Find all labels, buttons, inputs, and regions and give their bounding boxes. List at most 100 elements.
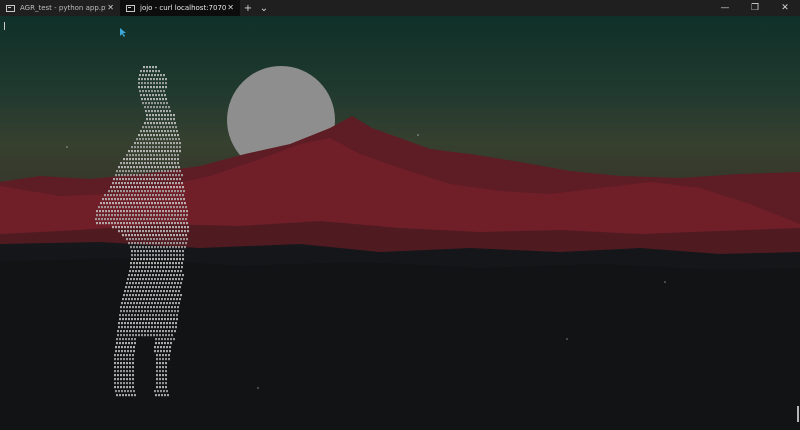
ascii-glyph [143, 242, 145, 245]
ascii-glyph [159, 106, 161, 109]
ascii-glyph [135, 294, 137, 297]
ascii-glyph [150, 98, 152, 101]
ascii-glyph [113, 218, 115, 221]
ascii-glyph [159, 382, 161, 385]
ascii-glyph [152, 66, 154, 69]
ascii-glyph [169, 246, 171, 249]
ascii-glyph [135, 162, 137, 165]
ascii-glyph [172, 302, 174, 305]
ascii-glyph [160, 390, 162, 393]
ascii-glyph [139, 166, 141, 169]
ascii-glyph [174, 282, 176, 285]
ascii-glyph [145, 202, 147, 205]
new-tab-button[interactable]: + [240, 0, 256, 16]
ascii-glyph [126, 334, 128, 337]
ascii-glyph [164, 218, 166, 221]
ascii-glyph [182, 218, 184, 221]
ascii-glyph [123, 386, 125, 389]
ascii-glyph [129, 158, 131, 161]
ascii-glyph [124, 174, 126, 177]
ascii-glyph [128, 186, 130, 189]
terminal-pane[interactable] [0, 16, 800, 430]
ascii-glyph [170, 318, 172, 321]
ascii-glyph [121, 182, 123, 185]
ascii-glyph [163, 90, 165, 93]
ascii-glyph [171, 162, 173, 165]
ascii-glyph [131, 178, 133, 181]
ascii-glyph [162, 310, 164, 313]
ascii-glyph [164, 178, 166, 181]
ascii-glyph [149, 318, 151, 321]
ascii-glyph [129, 354, 131, 357]
ascii-glyph [159, 158, 161, 161]
ascii-glyph [182, 258, 184, 261]
ascii-glyph [178, 262, 180, 265]
ascii-glyph [119, 206, 121, 209]
ascii-glyph [181, 230, 183, 233]
ascii-glyph [110, 218, 112, 221]
ascii-glyph [158, 186, 160, 189]
maximize-button[interactable]: ❐ [740, 0, 770, 16]
ascii-glyph [151, 326, 153, 329]
ascii-glyph [167, 234, 169, 237]
ascii-glyph [132, 198, 134, 201]
tab-agr-test[interactable]: AGR_test - python app.py -c fa ✕ [0, 0, 120, 16]
ascii-glyph [161, 194, 163, 197]
ascii-glyph [162, 382, 164, 385]
ascii-glyph [123, 374, 125, 377]
ascii-glyph [148, 290, 150, 293]
ascii-glyph [114, 190, 116, 193]
tab-dropdown-button[interactable]: ⌄ [256, 0, 272, 16]
ascii-glyph [150, 222, 152, 225]
ascii-glyph [150, 334, 152, 337]
ascii-glyph [123, 310, 125, 313]
ascii-glyph [118, 166, 120, 169]
ascii-glyph [135, 210, 137, 213]
ascii-glyph [102, 198, 104, 201]
ascii-glyph [173, 146, 175, 149]
ascii-glyph [169, 174, 171, 177]
ascii-glyph [134, 242, 136, 245]
ascii-glyph [158, 206, 160, 209]
ascii-glyph [140, 70, 142, 73]
ascii-glyph [122, 178, 124, 181]
ascii-glyph [161, 146, 163, 149]
ascii-glyph [162, 378, 164, 381]
ascii-glyph [114, 354, 116, 357]
ascii-glyph [162, 282, 164, 285]
ascii-glyph [150, 214, 152, 217]
minimize-button[interactable]: — [710, 0, 740, 16]
ascii-glyph [140, 218, 142, 221]
window-close-button[interactable]: ✕ [770, 0, 800, 16]
ascii-glyph [157, 166, 159, 169]
ascii-glyph [139, 174, 141, 177]
ascii-glyph [176, 186, 178, 189]
ascii-glyph [135, 190, 137, 193]
ascii-glyph [164, 286, 166, 289]
tab-jojo[interactable]: jojo - curl localhost:7070 ✕ [120, 0, 240, 16]
ascii-glyph [129, 378, 131, 381]
ascii-glyph [153, 154, 155, 157]
ascii-glyph [185, 234, 187, 237]
ascii-glyph [177, 198, 179, 201]
ascii-glyph [156, 78, 158, 81]
ascii-glyph [164, 194, 166, 197]
ascii-glyph [146, 258, 148, 261]
ascii-glyph [157, 266, 159, 269]
ascii-glyph [152, 94, 154, 97]
close-tab-icon[interactable]: ✕ [107, 3, 114, 13]
ascii-glyph [167, 114, 169, 117]
ascii-glyph [132, 158, 134, 161]
close-tab-icon[interactable]: ✕ [227, 3, 234, 13]
ascii-glyph [160, 230, 162, 233]
title-bar: AGR_test - python app.py -c fa ✕ jojo - … [0, 0, 800, 16]
scrollbar[interactable] [797, 406, 799, 422]
ascii-glyph [159, 374, 161, 377]
ascii-glyph [175, 326, 177, 329]
ascii-glyph [176, 250, 178, 253]
ascii-glyph [166, 262, 168, 265]
ascii-glyph [158, 114, 160, 117]
ascii-glyph [117, 370, 119, 373]
ascii-glyph [139, 326, 141, 329]
tab-title: jojo - curl localhost:7070 [140, 4, 226, 12]
